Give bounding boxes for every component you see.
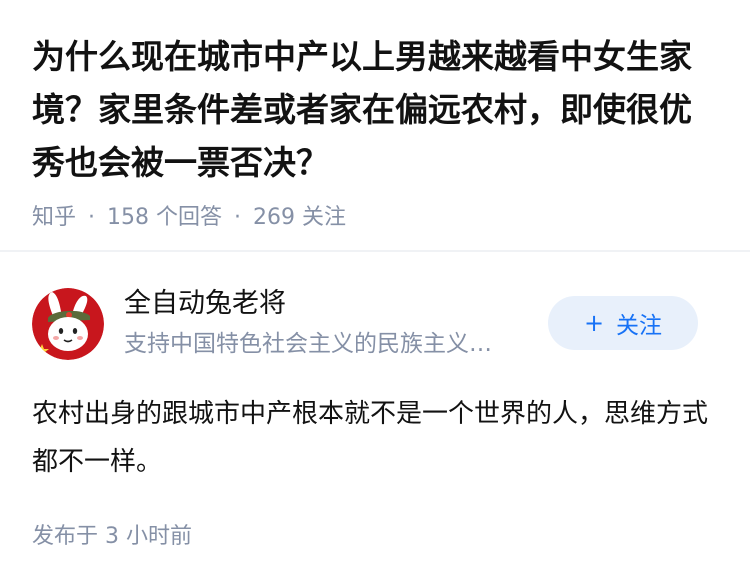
rabbit-soldier-avatar-icon bbox=[32, 288, 104, 360]
follow-button[interactable]: + 关注 bbox=[548, 296, 698, 350]
follow-button-label: 关注 bbox=[616, 313, 663, 339]
publish-time-value: 3 小时前 bbox=[105, 524, 193, 549]
answers-count[interactable]: 158 bbox=[107, 205, 149, 230]
question-title[interactable]: 为什么现在城市中产以上男越来越看中女生家境？家里条件差或者家在偏远农村，即使很优… bbox=[32, 30, 722, 189]
answers-label[interactable]: 个回答 bbox=[156, 205, 222, 230]
author-bio: 支持中国特色社会主义的民族主义… bbox=[124, 331, 492, 357]
author-row: 全自动兔老将 支持中国特色社会主义的民族主义… + 关注 bbox=[32, 284, 718, 360]
section-divider bbox=[0, 250, 750, 252]
question-header: 为什么现在城市中产以上男越来越看中女生家境？家里条件差或者家在偏远农村，即使很优… bbox=[32, 30, 722, 233]
author-info: 全自动兔老将 支持中国特色社会主义的民族主义… bbox=[124, 284, 544, 360]
followers-label[interactable]: 关注 bbox=[302, 205, 346, 230]
meta-separator: · bbox=[88, 205, 96, 230]
meta-separator: · bbox=[234, 205, 242, 230]
plus-icon: + bbox=[583, 309, 605, 337]
answer-content[interactable]: 农村出身的跟城市中产根本就不是一个世界的人，思维方式都不一样。 bbox=[32, 390, 718, 486]
followers-count[interactable]: 269 bbox=[253, 205, 295, 230]
question-meta: 知乎 · 158 个回答 · 269 关注 bbox=[32, 203, 722, 233]
author-name[interactable]: 全自动兔老将 bbox=[124, 284, 544, 324]
publish-time: 发布于 3 小时前 bbox=[32, 522, 192, 552]
avatar[interactable] bbox=[32, 288, 104, 360]
source-label[interactable]: 知乎 bbox=[32, 205, 76, 230]
publish-label: 发布于 bbox=[32, 524, 99, 549]
